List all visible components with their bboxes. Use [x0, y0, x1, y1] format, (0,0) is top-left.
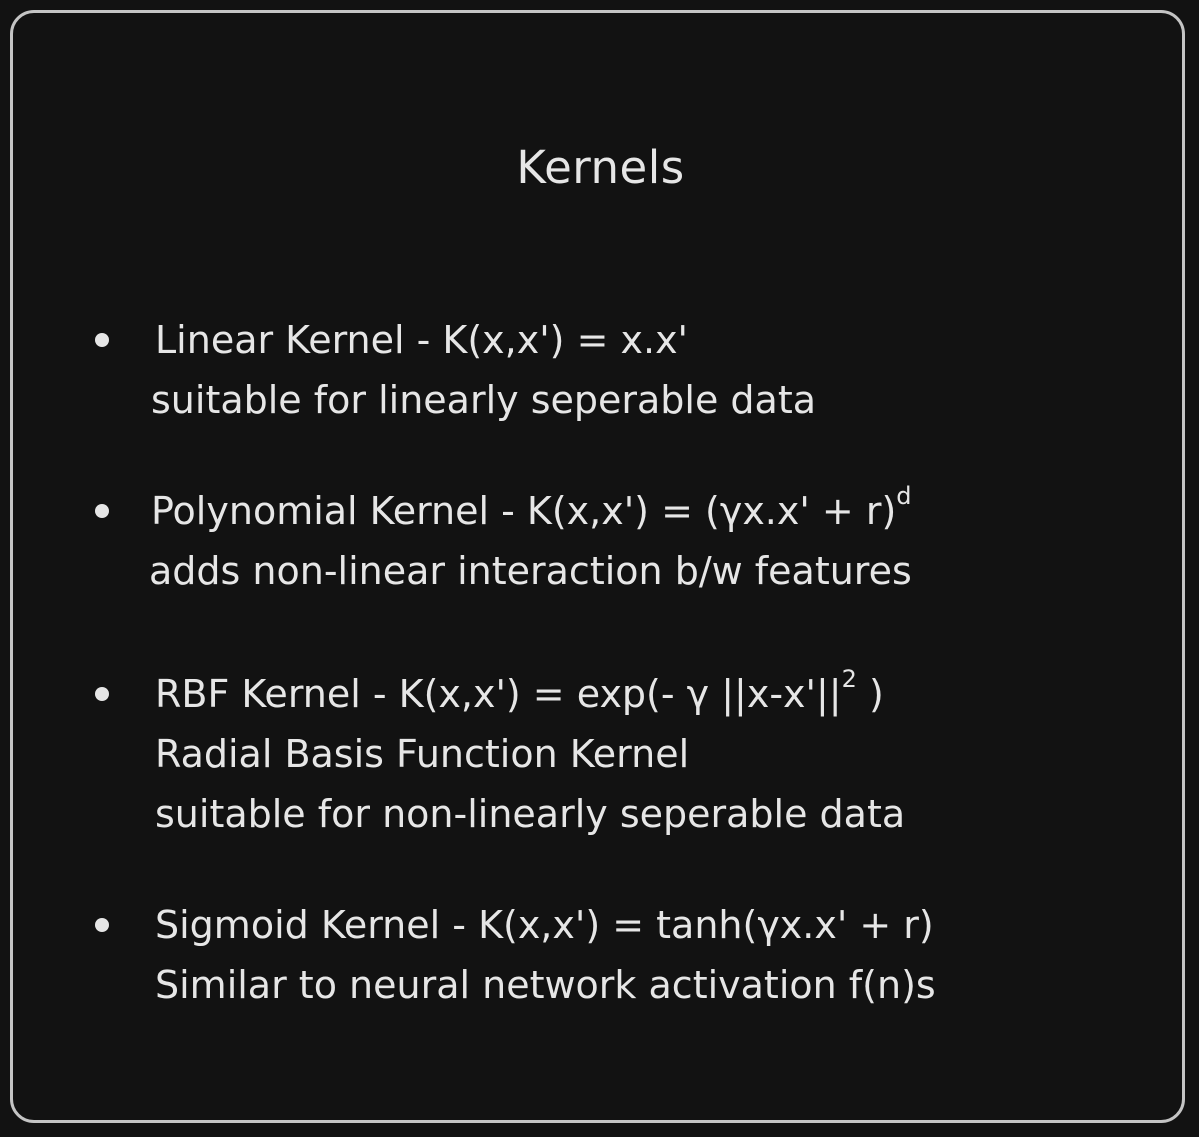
kernel-formula-exponent: d: [896, 482, 912, 511]
bullet-icon: [95, 687, 109, 701]
kernel-description: Similar to neural network activation f(n…: [155, 963, 936, 1007]
diagram-frame: Kernels Linear Kernel - K(x,x') = x.x' s…: [10, 10, 1185, 1123]
diagram-title: Kernels: [516, 141, 685, 194]
kernel-formula: Polynomial Kernel - K(x,x') = (γx.x' + r…: [151, 481, 912, 541]
bullet-icon: [95, 333, 109, 347]
kernel-formula: Linear Kernel - K(x,x') = x.x': [155, 318, 689, 362]
kernel-description: adds non-linear interaction b/w features: [149, 549, 912, 593]
bullet-icon: [95, 504, 109, 518]
kernel-description: suitable for non-linearly seperable data: [155, 792, 906, 836]
kernel-description: Radial Basis Function Kernel: [155, 732, 690, 776]
kernel-formula-exponent: 2: [841, 665, 857, 694]
kernel-formula-text: RBF Kernel - K(x,x') = exp(- γ ||x-x'||: [155, 672, 842, 716]
kernel-description: suitable for linearly seperable data: [151, 378, 817, 422]
bullet-icon: [95, 918, 109, 932]
kernel-formula: Sigmoid Kernel - K(x,x') = tanh(γx.x' + …: [155, 903, 934, 947]
kernel-formula-text: Polynomial Kernel - K(x,x') = (γx.x' + r…: [151, 489, 897, 533]
kernel-formula-tail: ): [856, 672, 884, 716]
kernel-formula: RBF Kernel - K(x,x') = exp(- γ ||x-x'||2…: [155, 664, 884, 724]
